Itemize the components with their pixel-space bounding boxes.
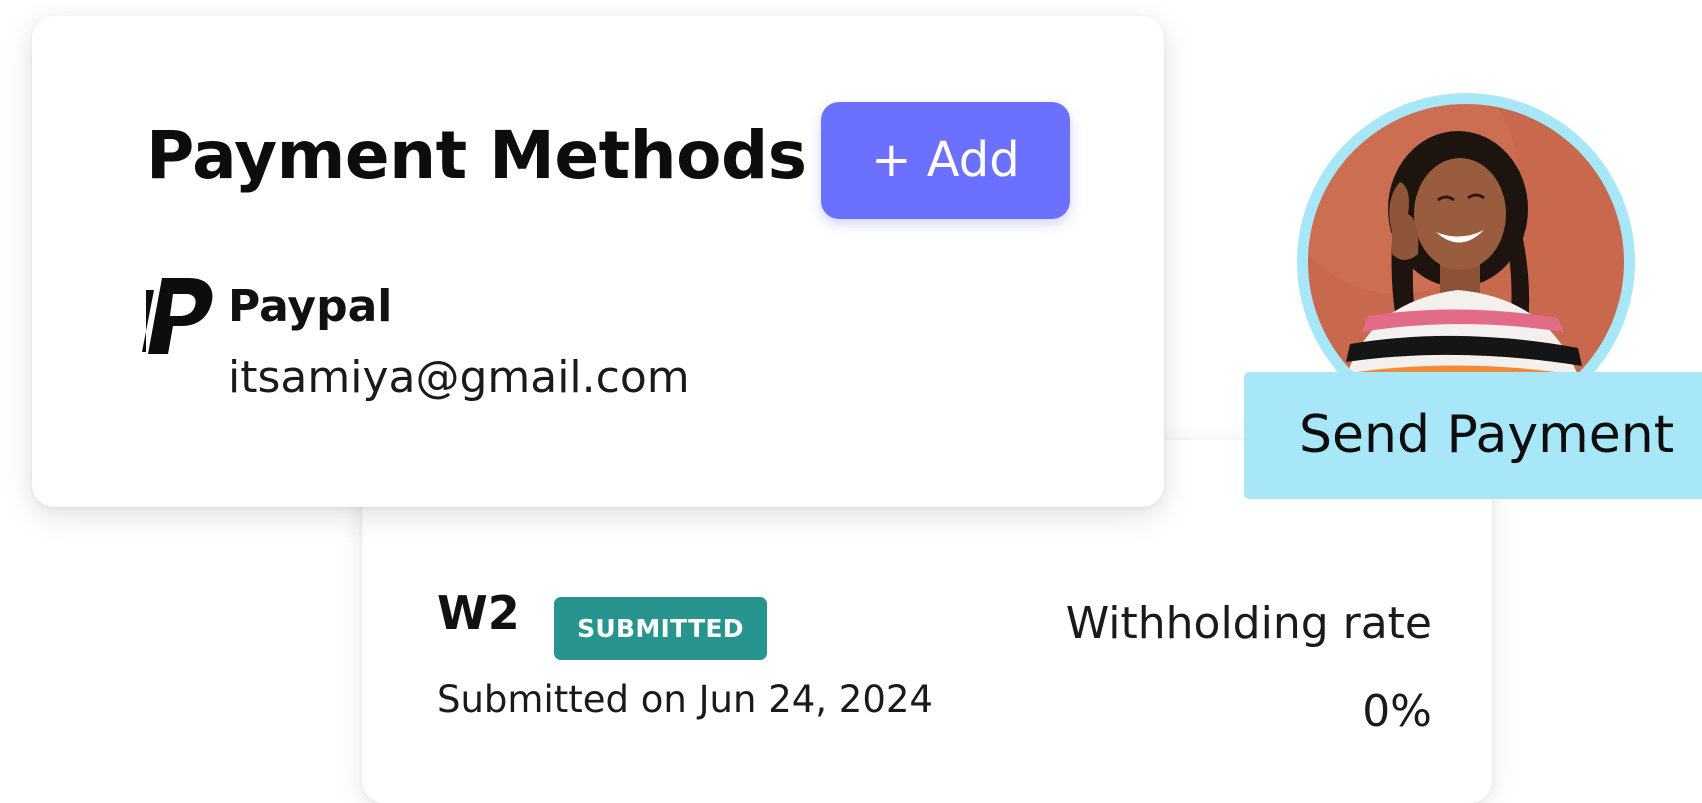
withholding-rate-label: Withholding rate [1065, 598, 1432, 649]
status-badge: SUBMITTED [554, 597, 767, 660]
submitted-date: Submitted on Jun 24, 2024 [437, 678, 933, 721]
add-payment-method-button[interactable]: + Add [821, 102, 1070, 219]
send-payment-button[interactable]: Send Payment [1244, 372, 1702, 499]
payment-methods-card: Payment Methods + Add Paypal itsamiya@gm… [32, 16, 1164, 507]
payment-method-name: Paypal [228, 281, 393, 332]
paypal-icon [142, 276, 214, 356]
page-title: Payment Methods [146, 117, 807, 194]
tax-form-name: W2 [437, 586, 520, 640]
payment-method-email: itsamiya@gmail.com [228, 352, 690, 403]
withholding-rate-value: 0% [1362, 686, 1432, 737]
